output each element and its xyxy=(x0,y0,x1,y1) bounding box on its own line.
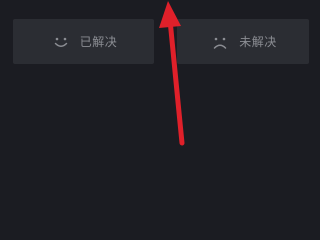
resolved-button[interactable]: 已解决 xyxy=(13,19,154,64)
resolved-label: 已解决 xyxy=(79,34,118,49)
unresolved-button[interactable]: 未解决 xyxy=(177,19,309,64)
feedback-buttons: 已解决 未解决 xyxy=(0,19,320,64)
smile-face-icon xyxy=(50,31,72,53)
frown-face-icon xyxy=(209,31,231,53)
unresolved-label: 未解决 xyxy=(239,34,277,49)
feedback-page: 已解决 未解决 xyxy=(0,0,320,240)
